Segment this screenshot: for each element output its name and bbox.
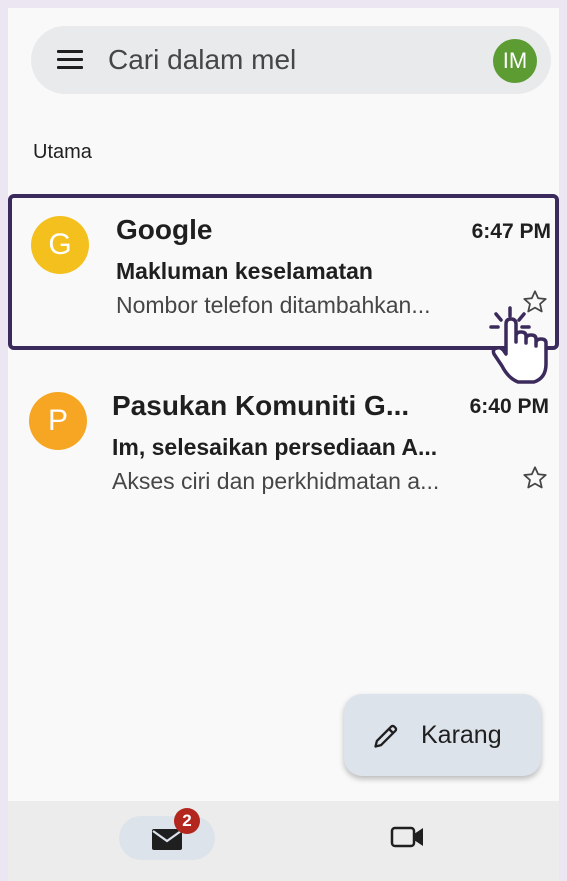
bottom-navigation: 2 [8,801,559,881]
email-time: 6:47 PM [471,220,551,243]
compose-label: Karang [421,721,502,749]
search-bar[interactable]: Cari dalam mel IM [31,26,551,94]
sender-avatar: G [31,216,89,274]
compose-button[interactable]: Karang [344,694,541,776]
video-icon[interactable] [390,824,426,850]
star-icon[interactable] [521,464,549,492]
search-input[interactable]: Cari dalam mel [108,44,296,76]
hand-pointer-cursor-icon [489,306,548,384]
email-row-community[interactable]: P Pasukan Komuniti G... 6:40 PM Im, sele… [8,370,559,526]
account-avatar[interactable]: IM [493,39,537,83]
email-snippet: Nombor telefon ditambahkan... [116,292,431,318]
sender-name: Pasukan Komuniti G... [112,390,410,421]
sender-name: Google [116,214,213,245]
email-time: 6:40 PM [469,395,549,418]
email-subject: Im, selesaikan persediaan A... [112,434,438,460]
email-snippet: Akses ciri dan perkhidmatan a... [112,468,440,494]
section-label: Utama [33,141,92,163]
sender-avatar: P [29,392,87,450]
menu-icon[interactable] [57,50,83,70]
nav-mail-tab[interactable]: 2 [119,808,215,860]
email-row-google[interactable]: G Google 6:47 PM Makluman keselamatan No… [8,194,559,350]
pencil-icon [374,724,398,748]
gmail-screen: Cari dalam mel IM Utama G Google 6:47 PM… [8,8,559,881]
unread-badge: 2 [174,808,200,834]
email-subject: Makluman keselamatan [116,258,373,284]
